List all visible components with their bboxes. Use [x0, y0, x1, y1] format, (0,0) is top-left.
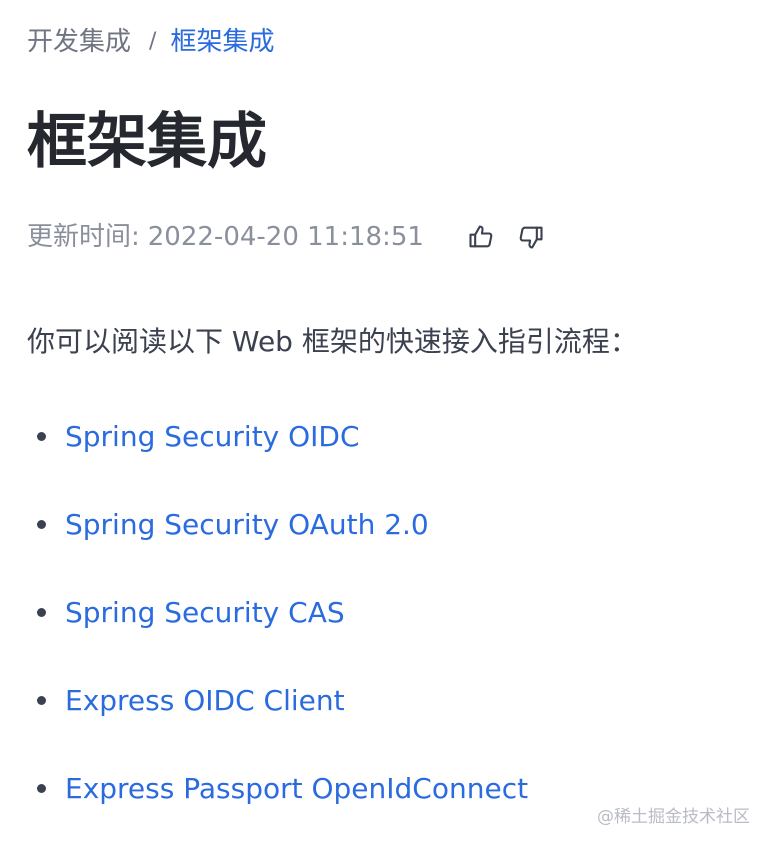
bullet-dot — [37, 696, 46, 705]
bullet-dot — [37, 432, 46, 441]
watermark: @稀土掘金技术社区 — [597, 807, 750, 827]
page-title: 框架集成 — [27, 107, 267, 177]
breadcrumb-separator: / — [149, 29, 157, 54]
breadcrumb: 开发集成 / 框架集成 — [27, 24, 274, 60]
link-spring-security-cas[interactable]: Spring Security CAS — [65, 590, 345, 636]
update-time-value: 2022-04-20 11:18:51 — [147, 222, 424, 252]
breadcrumb-item-current[interactable]: 框架集成 — [170, 24, 274, 60]
docs-page: 开发集成 / 框架集成 框架集成 更新时间: 2022-04-20 11:18:… — [0, 0, 772, 850]
update-time-label: 更新时间: — [27, 222, 140, 252]
bullet-dot — [37, 608, 46, 617]
thumbs-up-icon — [469, 225, 493, 248]
intro-text: 你可以阅读以下 Web 框架的快速接入指引流程： — [27, 325, 638, 358]
link-express-oidc-client[interactable]: Express OIDC Client — [65, 678, 345, 724]
bullet-dot — [37, 784, 46, 793]
thumbs-down-button[interactable] — [514, 220, 548, 254]
thumbs-down-icon — [519, 226, 543, 249]
breadcrumb-item-dev-integration[interactable]: 开发集成 — [27, 24, 131, 60]
feedback-group — [464, 220, 564, 254]
thumbs-up-button[interactable] — [464, 220, 498, 254]
link-spring-security-oidc[interactable]: Spring Security OIDC — [65, 414, 360, 460]
meta-row: 更新时间: 2022-04-20 11:18:51 — [27, 218, 564, 256]
bullet-dot — [37, 520, 46, 529]
link-express-passport-openidconnect[interactable]: Express Passport OpenIdConnect — [65, 766, 528, 812]
link-spring-security-oauth2[interactable]: Spring Security OAuth 2.0 — [65, 502, 429, 548]
